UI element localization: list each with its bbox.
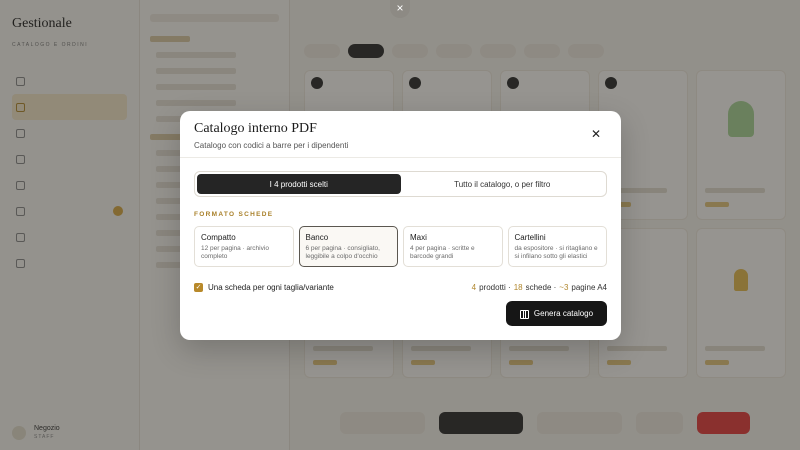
format-name: Compatto [201,233,236,242]
summary-products-count: 4 [471,282,477,292]
format-desc: 4 per pagina · scritte e barcode grandi [410,245,475,261]
format-option-compatto[interactable]: Compatto 12 per pagina · archivio comple… [194,226,294,267]
book-open-icon [519,310,529,319]
check-icon[interactable]: ✓ [194,282,203,292]
format-desc: 6 per pagina · consigliato, leggibile a … [305,245,380,261]
summary-cards-count: 18 [513,282,523,292]
dialog-body: I 4 prodotti scelti Tutto il catalogo, o… [180,158,621,293]
format-option-cartellini[interactable]: Cartellini da espositore · si ritagliano… [507,226,607,267]
summary-products-label: prodotti · [479,282,511,292]
format-name: Banco [305,233,329,242]
close-icon[interactable]: ✕ [589,127,603,141]
summary-cards-label: schede · [525,282,557,292]
format-section-label: FORMATO SCHEDE [194,211,274,218]
dialog-subtitle: Catalogo con codici a barre per i dipend… [194,141,349,150]
format-name: Maxi [410,233,427,242]
format-desc: da espositore · si ritagliano e si infil… [514,245,598,261]
dialog-header: Catalogo interno PDF Catalogo con codici… [180,111,621,158]
format-options: Compatto 12 per pagina · archivio comple… [194,226,607,267]
format-option-maxi[interactable]: Maxi 4 per pagina · scritte e barcode gr… [403,226,503,267]
format-name: Cartellini [514,233,546,242]
summary-pages-count: ~3 [559,282,569,292]
scope-option-all[interactable]: Tutto il catalogo, o per filtro [401,174,605,194]
variant-option-label[interactable]: Una scheda per ogni taglia/variante [208,283,334,292]
scope-option-selected[interactable]: I 4 prodotti scelti [197,174,401,194]
format-desc: 12 per pagina · archivio completo [201,245,269,261]
catalog-summary: 4 prodotti · 18 schede · ~3 pagine A4 [472,283,607,292]
scope-toggle: I 4 prodotti scelti Tutto il catalogo, o… [194,171,607,197]
summary-pages-label: pagine A4 [571,282,607,292]
variant-option-row: ✓ Una scheda per ogni taglia/variante 4 … [194,281,607,293]
format-option-banco[interactable]: Banco 6 per pagina · consigliato, leggib… [298,226,398,267]
generate-catalog-button[interactable]: Genera catalogo [506,301,607,326]
dialog-title: Catalogo interno PDF [194,121,317,136]
catalog-pdf-dialog: Catalogo interno PDF Catalogo con codici… [180,111,621,340]
generate-button-label: Genera catalogo [533,309,594,318]
